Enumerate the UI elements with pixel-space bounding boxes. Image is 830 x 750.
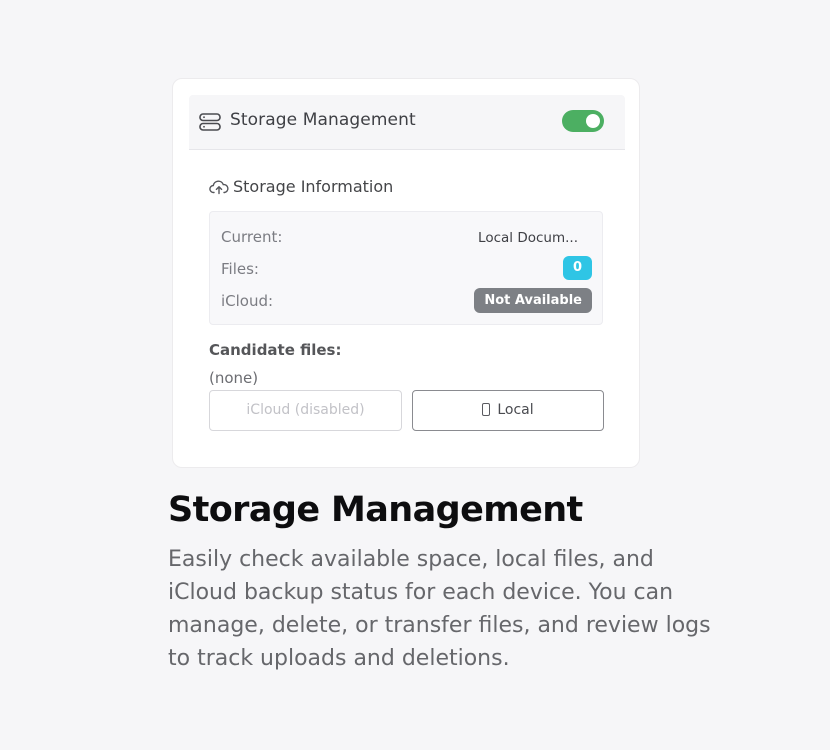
panel-header: Storage Management	[189, 95, 625, 150]
icloud-status-badge: Not Available	[474, 288, 592, 313]
toggle-knob	[586, 114, 600, 128]
storage-icon	[199, 113, 221, 131]
icloud-label: iCloud:	[221, 292, 274, 310]
storage-info-box: Current: Local Docum... Files: 0 iCloud:…	[209, 211, 603, 325]
storage-info-title: Storage Information	[233, 177, 394, 196]
icloud-button[interactable]: iCloud (disabled)	[209, 390, 402, 431]
icloud-button-label: iCloud (disabled)	[246, 402, 365, 418]
local-button-label: Local	[497, 402, 534, 418]
candidate-files-value: (none)	[209, 369, 259, 387]
storage-toggle[interactable]	[562, 110, 604, 132]
candidate-files-label: Candidate files:	[209, 341, 342, 359]
feature-description: Easily check available space, local file…	[168, 547, 711, 671]
storage-card: Storage Management Storage Information C…	[172, 78, 640, 468]
files-count-badge: 0	[563, 256, 592, 280]
phone-icon	[482, 403, 491, 416]
cloud-upload-icon	[209, 180, 229, 195]
panel-title: Storage Management	[230, 110, 416, 130]
current-label: Current:	[221, 228, 283, 246]
local-button[interactable]: Local	[412, 390, 604, 431]
files-label: Files:	[221, 260, 259, 278]
current-value: Local Docum...	[478, 230, 578, 246]
feature-heading: Storage Management	[168, 490, 583, 530]
